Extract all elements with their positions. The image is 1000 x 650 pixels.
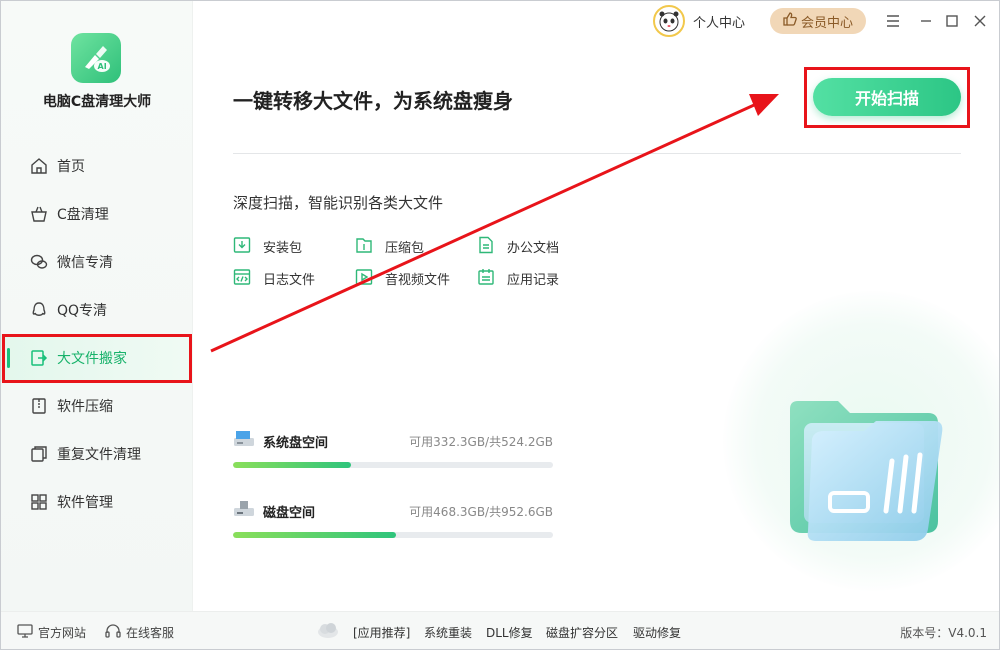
data-disk-usage-fill (233, 532, 397, 538)
wechat-icon (29, 252, 49, 272)
version-label: 版本号：V4.0.1 (900, 626, 987, 640)
file-type-item: 应用记录 (477, 268, 559, 288)
sidebar-item-home[interactable]: 首页 (1, 142, 193, 190)
data-disk-capacity: 可用468.3GB/共952.6GB (409, 504, 553, 519)
sidebar-item-software-manage[interactable]: 软件管理 (1, 478, 193, 526)
file-type-item: 压缩包 (355, 236, 424, 256)
apps-icon (29, 492, 49, 512)
app-window: AI 电脑C盘清理大师 首页 C盘清理 微信专清 QQ专清 大文件搬家 软件压缩… (0, 0, 1000, 650)
system-disk-info: 系统盘空间 可用332.3GB/共524.2GB (233, 430, 553, 468)
system-disk-usage-bar (233, 462, 553, 468)
data-disk-name: 磁盘空间 (263, 505, 316, 521)
vip-center-button[interactable]: 会员中心 (770, 8, 866, 34)
sidebar-item-software-compress[interactable]: 软件压缩 (1, 382, 193, 430)
folder-illustration (790, 401, 943, 541)
avatar[interactable] (653, 5, 685, 37)
sidebar-item-large-file-move[interactable]: 大文件搬家 (1, 334, 193, 382)
headset-icon (105, 624, 121, 641)
personal-center-link[interactable]: 个人中心 (693, 12, 745, 31)
app-title: 电脑C盘清理大师 (42, 94, 152, 110)
scan-description: 深度扫描，智能识别各类大文件 (233, 194, 444, 212)
sidebar: AI 电脑C盘清理大师 首页 C盘清理 微信专清 QQ专清 大文件搬家 软件压缩… (1, 1, 193, 611)
file-type-label: 应用记录 (507, 272, 560, 288)
footer-link-dll-repair[interactable]: DLL修复 (486, 624, 533, 641)
sidebar-nav: 首页 C盘清理 微信专清 QQ专清 大文件搬家 软件压缩 重复文件清理 软件管理 (1, 142, 193, 526)
home-icon (29, 156, 49, 176)
top-bar: 个人中心 会员中心 (193, 1, 999, 41)
system-disk-name: 系统盘空间 (263, 435, 329, 451)
sidebar-item-label: 微信专清 (57, 255, 113, 271)
file-type-label: 办公文档 (507, 240, 560, 256)
system-disk-capacity: 可用332.3GB/共524.2GB (409, 434, 553, 449)
footer-link-system-reinstall[interactable]: 系统重装 (424, 624, 472, 641)
maximize-icon[interactable] (942, 11, 962, 31)
cloud-icon (316, 621, 340, 643)
zip-icon (29, 396, 49, 416)
sidebar-item-label: 软件管理 (57, 495, 113, 511)
sidebar-item-c-clean[interactable]: C盘清理 (1, 190, 193, 238)
footer-link-driver-repair[interactable]: 驱动修复 (633, 624, 681, 641)
official-site-label: 官方网站 (38, 626, 87, 640)
app-record-icon (477, 268, 497, 288)
start-scan-button[interactable]: 开始扫描 (813, 78, 961, 116)
sidebar-item-label: C盘清理 (57, 207, 109, 223)
sidebar-item-label: 软件压缩 (57, 399, 113, 415)
file-type-label: 压缩包 (385, 240, 425, 256)
divider (233, 153, 961, 154)
sidebar-item-label: 首页 (57, 159, 85, 175)
file-type-item: 办公文档 (477, 236, 559, 256)
data-disk-info: 磁盘空间 可用468.3GB/共952.6GB (233, 500, 553, 538)
archive-icon (355, 236, 375, 256)
close-icon[interactable] (970, 11, 990, 31)
sidebar-item-duplicate-clean[interactable]: 重复文件清理 (1, 430, 193, 478)
thumbs-up-icon (783, 12, 797, 30)
online-service-label: 在线客服 (126, 626, 175, 640)
document-icon (477, 236, 497, 256)
vip-center-label: 会员中心 (800, 15, 853, 31)
main-panel: 一键转移大文件，为系统盘瘦身 开始扫描 深度扫描，智能识别各类大文件 安装包 压… (193, 41, 999, 611)
file-type-item: 日志文件 (233, 268, 315, 288)
minimize-icon[interactable] (916, 11, 936, 31)
basket-icon (29, 204, 49, 224)
app-logo: AI (71, 33, 121, 83)
sidebar-item-label: 大文件搬家 (57, 351, 127, 367)
app-recommend-label: [应用推荐] (353, 626, 411, 640)
disk-icon (233, 500, 255, 522)
footer: 官方网站 在线客服 [应用推荐] 系统重装 DLL修复 磁盘扩容分区 驱动修复 … (1, 611, 999, 649)
official-site-link[interactable]: 官方网站 (17, 624, 86, 641)
sidebar-item-wechat[interactable]: 微信专清 (1, 238, 193, 286)
online-service-link[interactable]: 在线客服 (105, 624, 174, 641)
system-disk-usage-fill (233, 462, 352, 468)
file-type-label: 安装包 (263, 240, 303, 256)
footer-link-disk-partition[interactable]: 磁盘扩容分区 (546, 624, 618, 641)
media-file-icon (355, 268, 375, 288)
file-move-icon (29, 348, 49, 368)
file-type-item: 安装包 (233, 236, 302, 256)
installer-icon (233, 236, 253, 256)
data-disk-usage-bar (233, 532, 553, 538)
monitor-icon (17, 624, 33, 641)
file-type-item: 音视频文件 (355, 268, 450, 288)
log-file-icon (233, 268, 253, 288)
sidebar-item-label: 重复文件清理 (57, 447, 141, 463)
system-disk-icon (233, 430, 255, 452)
sidebar-item-label: QQ专清 (57, 303, 108, 319)
duplicate-icon (29, 444, 49, 464)
menu-icon[interactable] (883, 11, 903, 31)
file-type-label: 音视频文件 (385, 272, 451, 288)
page-title: 一键转移大文件，为系统盘瘦身 (233, 89, 513, 113)
qq-icon (29, 300, 49, 320)
sidebar-item-qq[interactable]: QQ专清 (1, 286, 193, 334)
file-type-label: 日志文件 (263, 272, 316, 288)
svg-text:AI: AI (98, 62, 107, 71)
